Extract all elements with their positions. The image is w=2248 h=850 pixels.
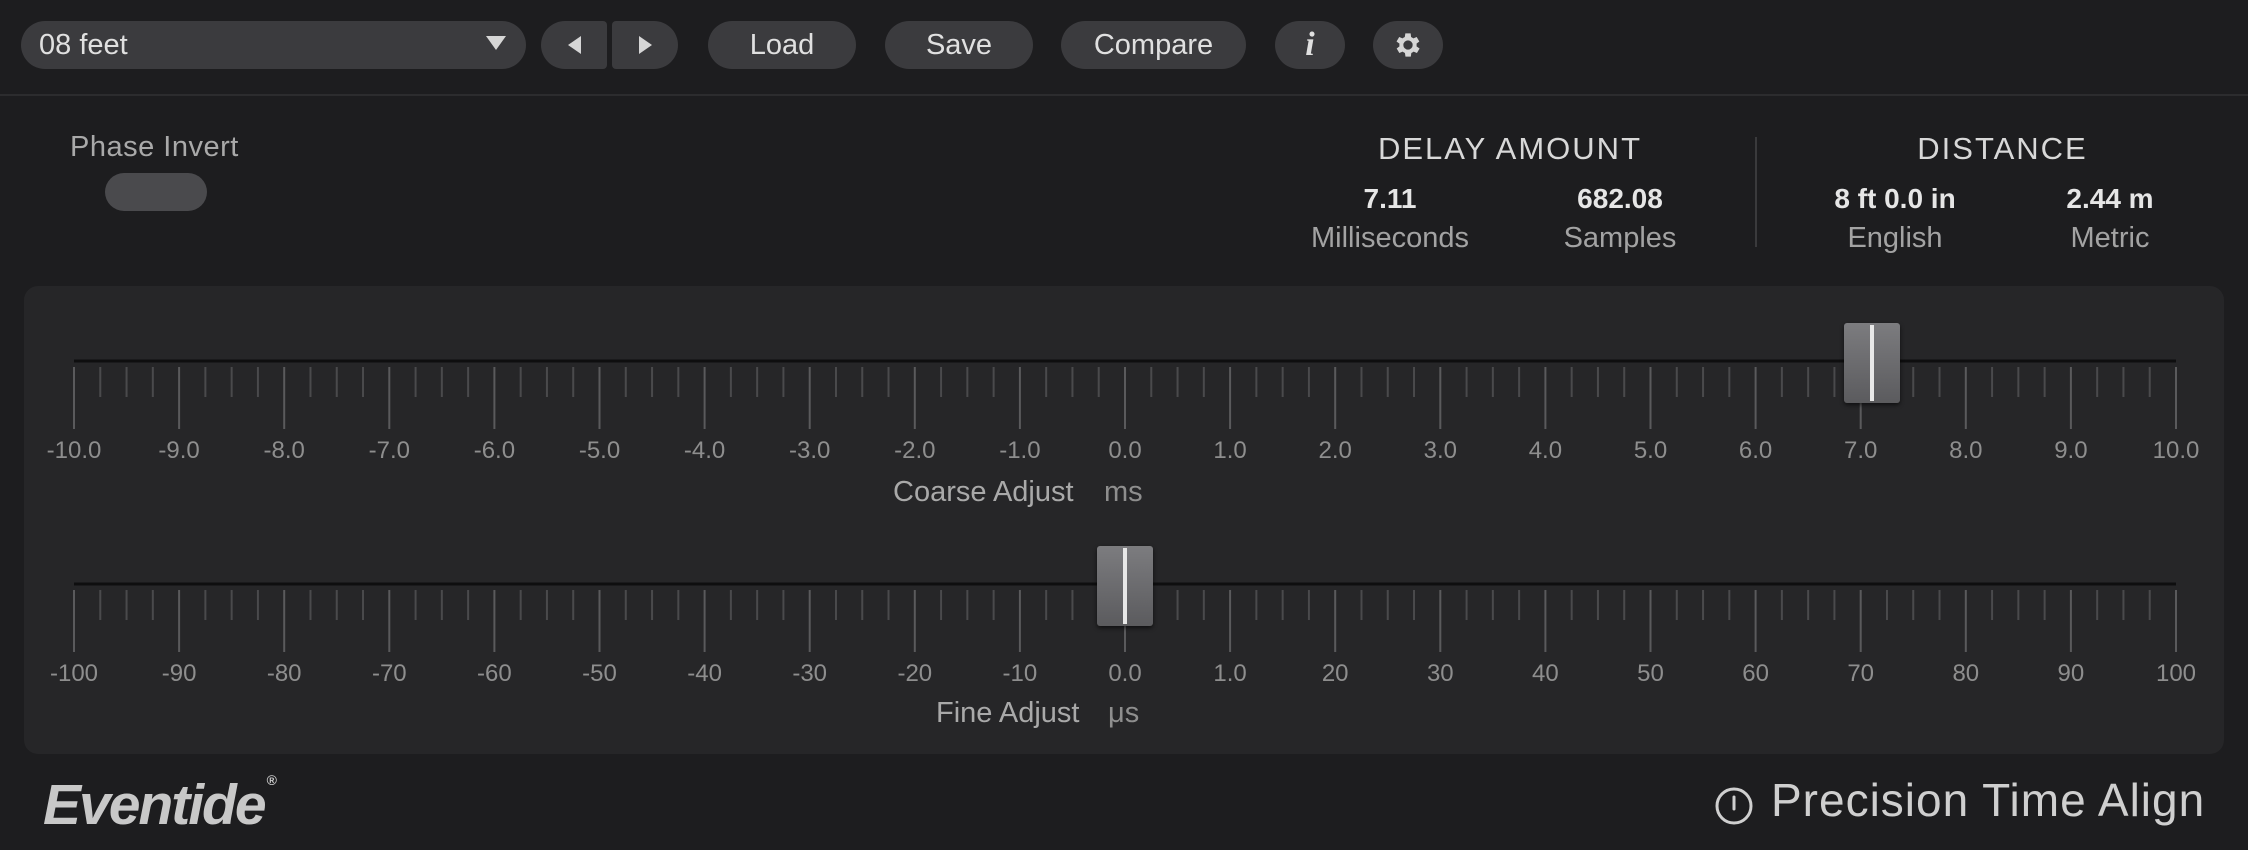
fine-tick-label: 60 (1742, 660, 1769, 687)
fine-thumb-indicator (1123, 548, 1127, 624)
fine-tick-label: -20 (897, 660, 933, 687)
fine-tick-label: 1.0 (1213, 660, 1247, 687)
fine-tick-label: 70 (1847, 660, 1875, 687)
fine-tick-label: -50 (582, 660, 617, 687)
brand-name: Eventide (43, 773, 267, 837)
fine-tick-label: -30 (792, 660, 828, 687)
fine-tick-label: -10 (1002, 660, 1038, 687)
fine-tick-label: 100 (2155, 660, 2197, 687)
fine-tick-label: -60 (477, 660, 512, 687)
eventide-logo: Eventide ® (43, 772, 277, 838)
fine-adjust-unit: μs (1108, 697, 1140, 729)
fine-tick-label: -100 (49, 660, 99, 687)
fine-adjust-label: Fine Adjust (936, 697, 1080, 729)
fine-tick-label: -80 (266, 660, 302, 687)
fine-tick-label: 0.0 (1108, 660, 1142, 687)
brand-registered-mark: ® (266, 772, 277, 788)
power-icon (1715, 787, 1753, 825)
fine-tick-label: -40 (687, 660, 722, 687)
fine-tick-label: 20 (1321, 660, 1349, 687)
fine-tick-label: 30 (1426, 660, 1454, 687)
fine-tick-label: -70 (371, 660, 407, 687)
fine-tick-label: 50 (1637, 660, 1664, 687)
fine-tick-label: -90 (161, 660, 197, 687)
fine-tick-label: 40 (1532, 660, 1559, 687)
fine-tick-label: 90 (2057, 660, 2085, 687)
fine-thumb[interactable] (1097, 546, 1153, 626)
fine-tick-label: 80 (1952, 660, 1980, 687)
product-name: Precision Time Align (1771, 774, 2206, 826)
